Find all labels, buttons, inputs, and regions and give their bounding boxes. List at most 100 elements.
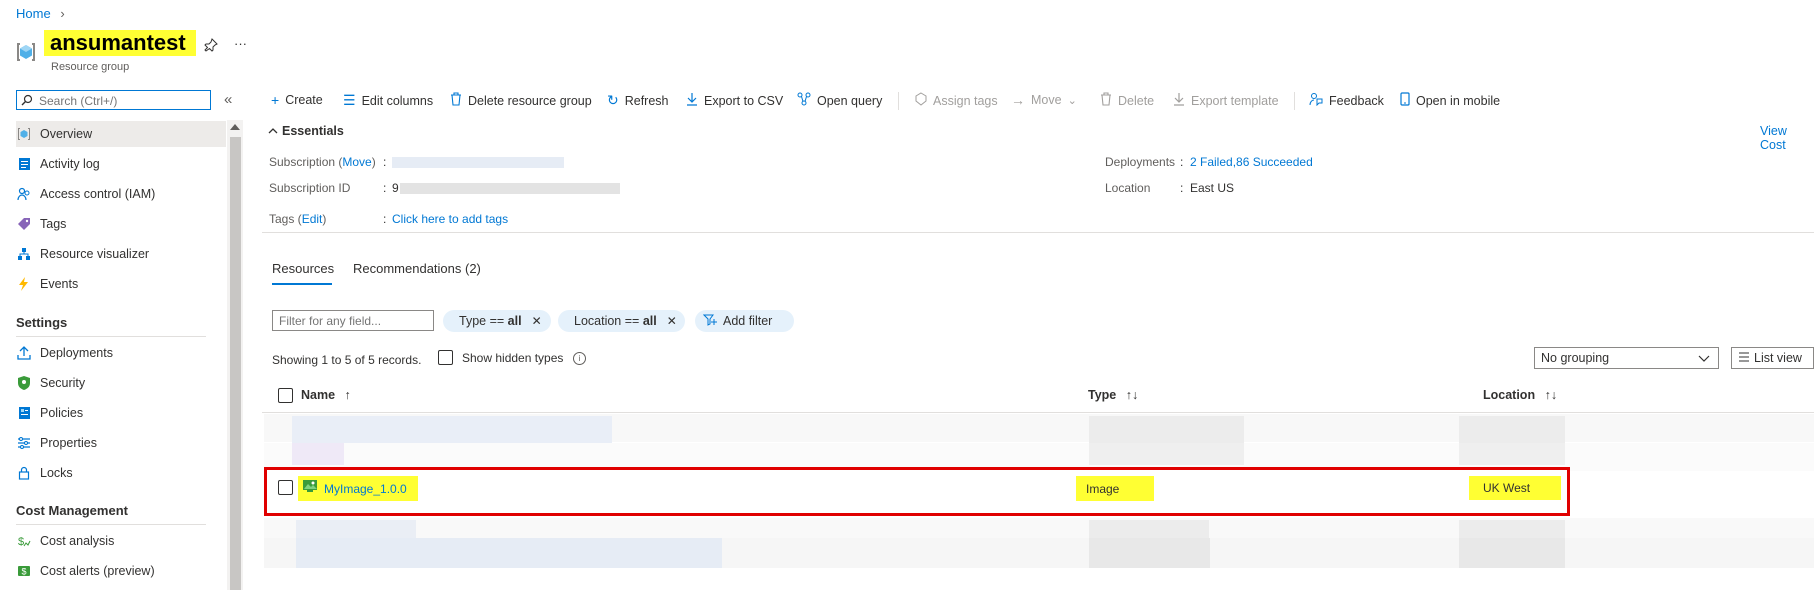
show-hidden-checkbox[interactable] bbox=[438, 350, 453, 365]
settings-divider bbox=[16, 336, 206, 337]
search-input[interactable] bbox=[37, 93, 201, 109]
tags-edit-link[interactable]: Edit bbox=[302, 212, 323, 226]
sidebar-item-cost-alerts[interactable]: $ Cost alerts (preview) bbox=[16, 558, 226, 584]
subscription-id-redacted bbox=[400, 183, 620, 194]
assign-tags-button[interactable]: Assign tags bbox=[915, 92, 998, 109]
export-csv-button[interactable]: Export to CSV bbox=[686, 92, 783, 109]
tag-outline-icon bbox=[915, 92, 927, 109]
add-tags-link[interactable]: Click here to add tags bbox=[392, 212, 508, 226]
deployments-value-link[interactable]: 2 Failed,86 Succeeded bbox=[1190, 155, 1313, 169]
sidebar-item-deployments[interactable]: Deployments bbox=[16, 340, 226, 366]
redacted-name bbox=[292, 416, 612, 443]
refresh-button[interactable]: ↻ Refresh bbox=[607, 92, 669, 109]
move-label: Move bbox=[1031, 93, 1062, 107]
pin-icon[interactable] bbox=[204, 38, 218, 55]
refresh-icon: ↻ bbox=[607, 92, 619, 108]
export-template-button[interactable]: Export template bbox=[1173, 92, 1279, 109]
open-in-mobile-label: Open in mobile bbox=[1416, 93, 1501, 108]
column-header-name[interactable]: Name ↑ bbox=[301, 388, 351, 402]
lightning-icon bbox=[16, 276, 32, 292]
delete-label: Delete bbox=[1118, 93, 1155, 108]
delete-resource-group-button[interactable]: Delete resource group bbox=[450, 92, 592, 109]
sidebar-item-events[interactable]: Events bbox=[16, 271, 226, 297]
grouping-dropdown[interactable]: No grouping bbox=[1534, 347, 1719, 369]
resource-location-cell: UK West bbox=[1469, 476, 1561, 500]
sidebar-item-label: Cost analysis bbox=[40, 534, 115, 548]
row-checkbox[interactable] bbox=[278, 480, 293, 495]
info-icon-glyph: i bbox=[578, 354, 581, 363]
page-title: ansumantest bbox=[44, 30, 196, 56]
feedback-button[interactable]: Feedback bbox=[1309, 92, 1384, 109]
sidebar-item-properties[interactable]: Properties bbox=[16, 430, 226, 456]
sidebar-item-label: Properties bbox=[40, 436, 97, 450]
location-filter-pill[interactable]: Location == all ✕ bbox=[558, 310, 685, 332]
subscription-label-text: Subscription ( bbox=[269, 155, 343, 169]
sidebar-item-label: Security bbox=[40, 376, 86, 390]
sidebar-item-activity-log[interactable]: Activity log bbox=[16, 151, 226, 177]
delete-button[interactable]: Delete bbox=[1100, 92, 1154, 109]
sidebar-item-overview[interactable]: Overview bbox=[16, 121, 226, 147]
search-icon bbox=[21, 94, 33, 109]
add-filter-button[interactable]: Add filter bbox=[695, 310, 794, 332]
sort-icon: ↑↓ bbox=[1544, 388, 1558, 402]
sidebar-item-policies[interactable]: Policies bbox=[16, 400, 226, 426]
location-colon: : bbox=[1180, 181, 1184, 195]
sidebar-item-tags[interactable]: Tags bbox=[16, 211, 226, 237]
show-hidden-label: Show hidden types bbox=[462, 351, 564, 365]
subscription-label: Subscription (Move) bbox=[269, 155, 376, 169]
edit-columns-button[interactable]: ☰ Edit columns bbox=[343, 92, 433, 109]
resource-name-link[interactable]: MyImage_1.0.0 bbox=[324, 482, 407, 496]
resource-group-icon bbox=[16, 126, 32, 142]
create-button[interactable]: + Create bbox=[271, 92, 323, 108]
move-button[interactable]: → Move ⌄ bbox=[1011, 92, 1077, 108]
tab-recommendations[interactable]: Recommendations (2) bbox=[353, 261, 481, 276]
subscription-id-colon: : bbox=[383, 181, 387, 195]
redacted-type bbox=[1089, 443, 1244, 465]
list-view-button[interactable]: List view bbox=[1731, 347, 1814, 369]
close-icon[interactable]: ✕ bbox=[532, 314, 542, 328]
sidebar-item-locks[interactable]: Locks bbox=[16, 460, 226, 486]
scroll-up-icon[interactable] bbox=[230, 124, 240, 130]
chevron-down-icon bbox=[1698, 352, 1710, 366]
sidebar-item-label: Resource visualizer bbox=[40, 247, 150, 261]
sidebar-item-label: Policies bbox=[40, 406, 84, 420]
breadcrumb-home-link[interactable]: Home bbox=[16, 6, 51, 21]
policy-icon bbox=[16, 405, 32, 421]
table-header-divider bbox=[262, 412, 1814, 413]
subscription-id-label: Subscription ID bbox=[269, 181, 351, 195]
column-header-location[interactable]: Location ↑↓ bbox=[1483, 388, 1557, 402]
download-icon bbox=[686, 92, 698, 109]
activity-log-icon bbox=[16, 156, 32, 172]
more-options-icon[interactable]: ··· bbox=[234, 36, 247, 51]
open-in-mobile-button[interactable]: Open in mobile bbox=[1400, 92, 1500, 109]
cost-alert-icon: $ bbox=[16, 563, 32, 579]
tab-resources[interactable]: Resources bbox=[272, 261, 334, 276]
filter-input[interactable] bbox=[272, 310, 434, 331]
sidebar-item-security[interactable]: Security bbox=[16, 370, 226, 396]
feedback-icon bbox=[1309, 92, 1323, 109]
resource-type-cell: Image bbox=[1076, 476, 1154, 501]
essentials-divider bbox=[262, 232, 1814, 233]
sidebar-item-iam[interactable]: Access control (IAM) bbox=[16, 181, 226, 207]
sidebar-scrollbar-thumb[interactable] bbox=[230, 137, 241, 590]
essentials-toggle[interactable]: Essentials bbox=[268, 124, 344, 138]
view-cost-link[interactable]: View Cost bbox=[1760, 124, 1814, 152]
subscription-move-link[interactable]: Move bbox=[342, 155, 371, 169]
essentials-heading: Essentials bbox=[282, 124, 344, 138]
breadcrumb: Home › bbox=[16, 6, 65, 21]
close-icon[interactable]: ✕ bbox=[667, 314, 677, 328]
mobile-icon bbox=[1400, 92, 1410, 109]
collapse-sidebar-icon[interactable]: « bbox=[224, 91, 232, 108]
query-icon bbox=[797, 92, 811, 109]
tags-label-end: ) bbox=[322, 212, 327, 226]
sidebar-item-resource-visualizer[interactable]: Resource visualizer bbox=[16, 241, 226, 267]
resource-name-cell: MyImage_1.0.0 bbox=[298, 476, 418, 501]
type-filter-pill[interactable]: Type == all ✕ bbox=[443, 310, 551, 332]
plus-icon: + bbox=[271, 92, 280, 108]
column-header-type[interactable]: Type ↑↓ bbox=[1088, 388, 1138, 402]
chevron-down-icon: ⌄ bbox=[1067, 94, 1077, 107]
select-all-checkbox[interactable] bbox=[278, 388, 293, 403]
table-row[interactable] bbox=[264, 467, 1570, 516]
sidebar-item-cost-analysis[interactable]: $ Cost analysis bbox=[16, 528, 226, 554]
open-query-button[interactable]: Open query bbox=[797, 92, 882, 109]
